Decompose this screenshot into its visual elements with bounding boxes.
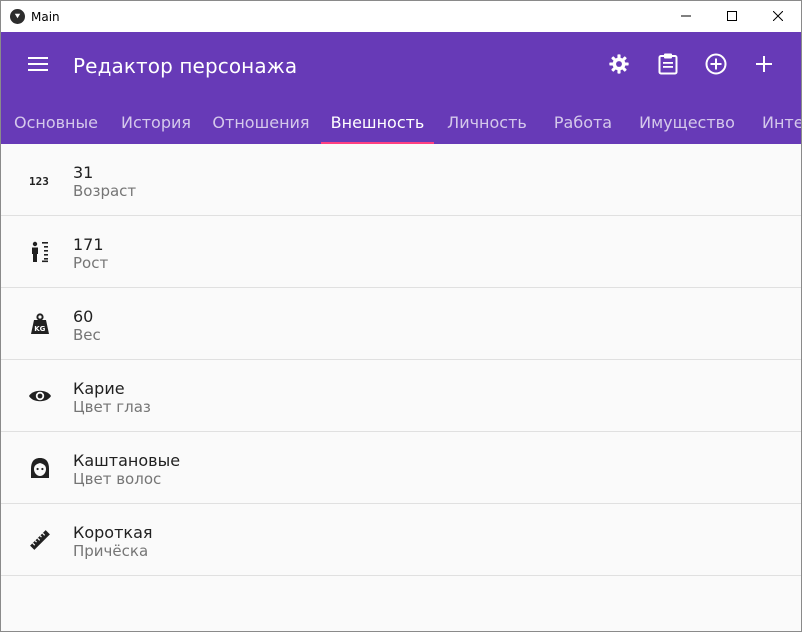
app-bar: Редактор персонажа (1, 32, 801, 100)
numeric-icon: 123 (28, 168, 52, 192)
item-label: Рост (73, 254, 109, 272)
face-woman-icon (28, 456, 52, 480)
add-icon (755, 55, 773, 78)
tab-interests[interactable]: Интер (748, 100, 801, 144)
window-titlebar[interactable]: Main (1, 1, 801, 32)
eye-icon (28, 384, 52, 408)
item-value: 171 (73, 235, 104, 254)
list-item-height[interactable]: 171 Рост (1, 216, 801, 288)
tab-label: Имущество (639, 112, 735, 132)
close-button[interactable] (755, 1, 801, 32)
add-circle-button[interactable] (703, 53, 729, 79)
tab-property[interactable]: Имущество (626, 100, 748, 144)
attributes-list: 123 31 Возраст 171 Рост KG 60 Вес Карие … (1, 144, 801, 576)
maximize-button[interactable] (709, 1, 755, 32)
list-item-hairstyle[interactable]: Короткая Причёска (1, 504, 801, 576)
app-logo-icon (10, 9, 25, 24)
list-item-hair-color[interactable]: Каштановые Цвет волос (1, 432, 801, 504)
app-window: Main Редактор персонажа Основные История… (0, 0, 802, 632)
maximize-icon (727, 8, 737, 26)
settings-button[interactable] (606, 53, 632, 79)
item-value: Каштановые (73, 451, 181, 470)
item-value: Карие (73, 379, 125, 398)
svg-text:123: 123 (29, 175, 49, 186)
item-label: Цвет глаз (73, 398, 151, 416)
tab-bar: Основные История Отношения Внешность Лич… (1, 100, 801, 144)
tab-appearance[interactable]: Внешность (321, 100, 434, 144)
add-circle-icon (705, 53, 727, 80)
item-value: 60 (73, 307, 94, 326)
item-value: 31 (73, 163, 94, 182)
add-button[interactable] (751, 53, 777, 79)
settings-icon (608, 53, 630, 80)
item-label: Цвет волос (73, 470, 162, 488)
tab-work[interactable]: Работа (540, 100, 626, 144)
list-item-age[interactable]: 123 31 Возраст (1, 144, 801, 216)
tab-label: Личность (447, 112, 527, 132)
minimize-button[interactable] (663, 1, 709, 32)
item-label: Возраст (73, 182, 137, 200)
item-label: Вес (73, 326, 101, 344)
tab-relations[interactable]: Отношения (201, 100, 321, 144)
tab-label: История (120, 112, 192, 132)
clipboard-button[interactable] (655, 53, 681, 79)
svg-text:KG: KG (34, 325, 45, 333)
menu-button[interactable] (26, 54, 50, 78)
window-title: Main (31, 9, 60, 24)
close-icon (772, 8, 784, 26)
app-title: Редактор персонажа (73, 54, 298, 78)
minimize-icon (681, 8, 691, 26)
tab-label: Интер (762, 112, 801, 132)
tab-basic[interactable]: Основные (1, 100, 111, 144)
item-value: Короткая (73, 523, 153, 542)
weight-kg-icon: KG (28, 312, 52, 336)
item-label: Причёска (73, 542, 149, 560)
ruler-icon (28, 528, 52, 552)
tab-label: Внешность (330, 112, 425, 132)
tab-label: Отношения (212, 112, 310, 132)
human-height-icon (28, 240, 52, 264)
tab-label: Работа (553, 112, 613, 132)
menu-icon (28, 56, 48, 77)
list-item-weight[interactable]: KG 60 Вес (1, 288, 801, 360)
clipboard-icon (658, 53, 678, 80)
tab-history[interactable]: История (111, 100, 201, 144)
list-item-eye-color[interactable]: Карие Цвет глаз (1, 360, 801, 432)
tab-personality[interactable]: Личность (434, 100, 540, 144)
tab-label: Основные (13, 112, 98, 132)
